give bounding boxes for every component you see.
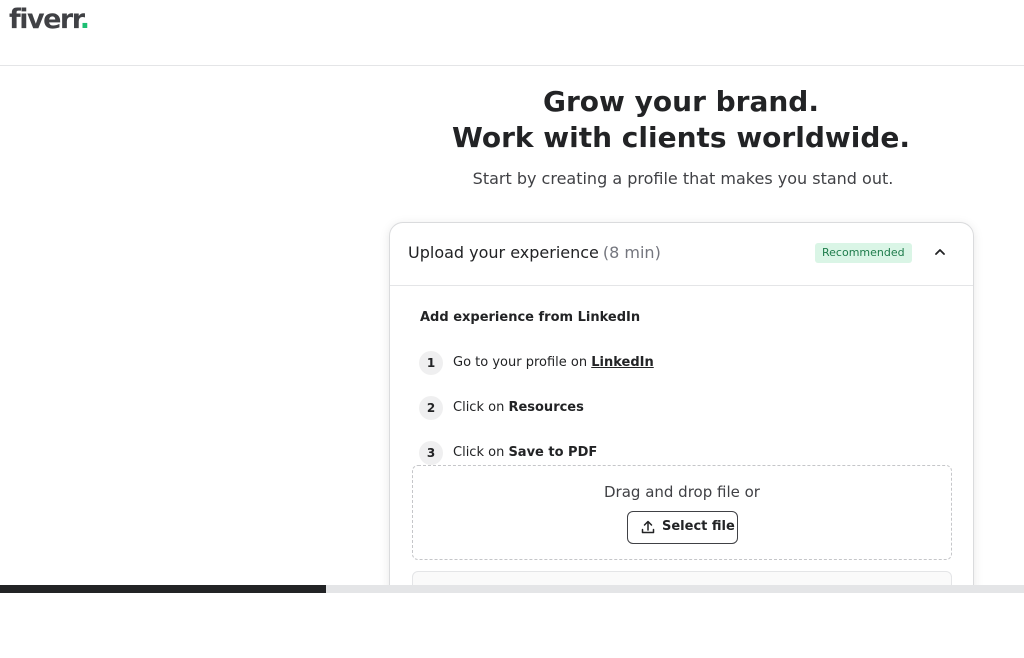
card-duration: (8 min) bbox=[602, 243, 661, 262]
logo-text: fiverr bbox=[9, 4, 81, 35]
fiverr-logo[interactable]: fiverr. bbox=[9, 4, 90, 35]
step-text: Go to your profile on LinkedIn bbox=[453, 355, 654, 370]
progress-bar-fill bbox=[0, 585, 326, 593]
step-number: 3 bbox=[419, 441, 443, 465]
step-number: 1 bbox=[419, 351, 443, 375]
step-emphasis: Save to PDF bbox=[508, 445, 598, 460]
linkedin-section-title: Add experience from LinkedIn bbox=[420, 310, 641, 325]
step-emphasis: Resources bbox=[508, 400, 584, 415]
card-title-text: Upload your experience bbox=[408, 243, 599, 262]
step-text: Click on Resources bbox=[453, 400, 584, 415]
step-number: 2 bbox=[419, 396, 443, 420]
footer-area bbox=[0, 593, 1024, 658]
hero-title-line-1: Grow your brand. bbox=[543, 85, 819, 118]
card-title: Upload your experience (8 min) bbox=[408, 243, 661, 262]
logo-dot: . bbox=[79, 4, 90, 35]
hero-title-line-2: Work with clients worldwide. bbox=[451, 121, 911, 154]
step-text: Click on Save to PDF bbox=[453, 445, 598, 460]
dropzone-text: Drag and drop file or bbox=[604, 483, 760, 501]
card-header[interactable]: Upload your experience (8 min) Recommende… bbox=[390, 223, 973, 286]
hero-title: Grow your brand. Work with clients world… bbox=[386, 84, 976, 156]
recommended-badge: Recommended bbox=[815, 243, 912, 263]
chevron-up-icon[interactable] bbox=[933, 245, 947, 259]
upload-icon bbox=[641, 520, 655, 534]
progress-bar bbox=[0, 585, 1024, 593]
linkedin-link[interactable]: LinkedIn bbox=[591, 355, 654, 370]
file-dropzone[interactable]: Drag and drop file or Select file bbox=[412, 465, 952, 560]
top-header: fiverr. bbox=[0, 0, 1024, 66]
select-file-button[interactable]: Select file bbox=[627, 511, 738, 544]
upload-experience-card: Upload your experience (8 min) Recommende… bbox=[389, 222, 974, 604]
hero-subtitle: Start by creating a profile that makes y… bbox=[472, 169, 894, 188]
select-file-label: Select file bbox=[662, 519, 735, 534]
